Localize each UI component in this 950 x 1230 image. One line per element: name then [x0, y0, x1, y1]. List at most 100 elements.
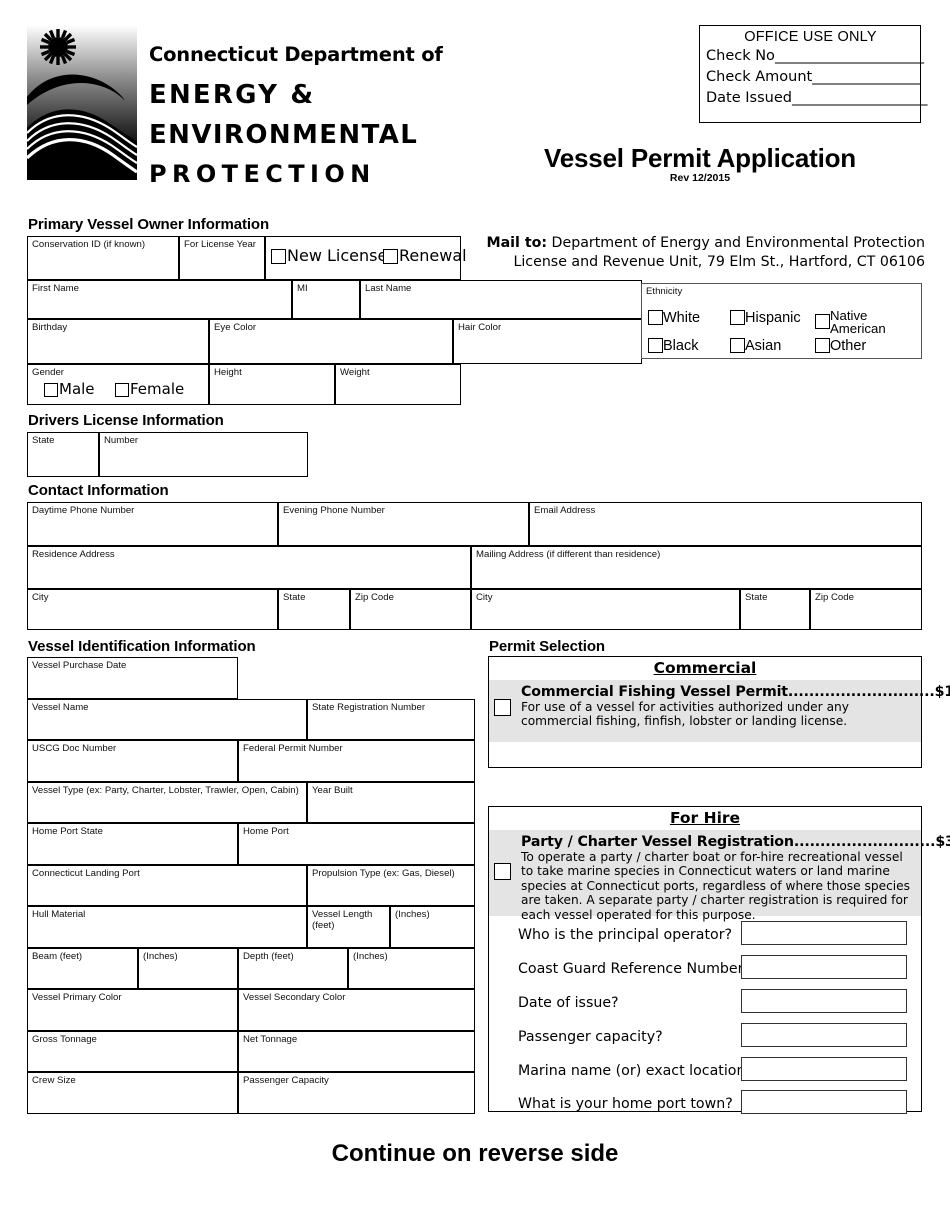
female-checkbox-icon[interactable] [115, 383, 129, 397]
other-checkbox-icon[interactable] [815, 338, 830, 353]
office-check-amount-rule[interactable]: ________________ [812, 69, 921, 85]
checkbox-ethnicity-white[interactable]: White [648, 310, 700, 326]
field-beam-feet[interactable]: Beam (feet) [27, 948, 138, 989]
field-license-year[interactable]: For License Year [179, 236, 265, 280]
field-residence-address[interactable]: Residence Address [27, 546, 471, 589]
label-daytime-phone: Daytime Phone Number [32, 505, 135, 516]
field-residence-city[interactable]: City [27, 589, 278, 630]
field-crew-size[interactable]: Crew Size [27, 1072, 238, 1114]
field-weight[interactable]: Weight [335, 364, 461, 405]
label-residence-zip: Zip Code [355, 592, 394, 603]
office-check-no-rule[interactable]: ______________________ [775, 48, 924, 64]
field-dl-number[interactable]: Number [99, 432, 308, 477]
field-last-name[interactable]: Last Name [360, 280, 642, 319]
question-field-3[interactable] [741, 1023, 907, 1047]
field-email-address[interactable]: Email Address [529, 502, 922, 546]
checkbox-ethnicity-asian[interactable]: Asian [730, 338, 781, 354]
field-mailing-city[interactable]: City [471, 589, 740, 630]
label-vessel-type: Vessel Type (ex: Party, Charter, Lobster… [32, 785, 299, 796]
question-field-1[interactable] [741, 955, 907, 979]
field-height[interactable]: Height [209, 364, 335, 405]
field-connecticut-landing-port[interactable]: Connecticut Landing Port [27, 865, 307, 906]
checkbox-ethnicity-native-american[interactable]: Native American [815, 309, 886, 335]
label-state-registration-number: State Registration Number [312, 702, 426, 713]
field-vessel-name[interactable]: Vessel Name [27, 699, 307, 740]
mail-to-line-2: License and Revenue Unit, 79 Elm St., Ha… [513, 254, 925, 271]
field-eye-color[interactable]: Eye Color [209, 319, 453, 364]
label-net-tonnage: Net Tonnage [243, 1034, 298, 1045]
label-depth-inches: (Inches) [353, 951, 388, 962]
checkbox-ethnicity-black[interactable]: Black [648, 338, 698, 354]
field-state-registration-number[interactable]: State Registration Number [307, 699, 475, 740]
checkbox-renewal[interactable]: Renewal [383, 246, 467, 265]
field-vessel-length-feet[interactable]: Vessel Length (feet) [307, 906, 390, 948]
native-american-checkbox-icon[interactable] [815, 314, 830, 330]
field-conservation-id[interactable]: Conservation ID (if known) [27, 236, 179, 280]
checkbox-new-license[interactable]: New License [271, 246, 387, 265]
field-hull-material[interactable]: Hull Material [27, 906, 307, 948]
field-hair-color[interactable]: Hair Color [453, 319, 642, 364]
label-female: Female [130, 380, 185, 398]
asian-checkbox-icon[interactable] [730, 338, 745, 353]
checkbox-male[interactable]: Male [44, 380, 95, 398]
field-uscg-doc-number[interactable]: USCG Doc Number [27, 740, 238, 782]
field-dl-state[interactable]: State [27, 432, 99, 477]
field-mailing-address[interactable]: Mailing Address (if different than resid… [471, 546, 922, 589]
field-year-built[interactable]: Year Built [307, 782, 475, 823]
checkbox-female[interactable]: Female [115, 380, 184, 398]
office-check-no-row: Check No______________________ [706, 46, 924, 67]
new-license-checkbox-icon[interactable] [271, 249, 286, 264]
field-mailing-zip[interactable]: Zip Code [810, 589, 922, 630]
field-mi[interactable]: MI [292, 280, 360, 319]
commercial-permit-checkbox-icon[interactable] [494, 699, 511, 716]
field-residence-state[interactable]: State [278, 589, 350, 630]
office-date-issued-row: Date Issued____________________ [706, 88, 927, 109]
label-beam-feet: Beam (feet) [32, 951, 83, 962]
field-gross-tonnage[interactable]: Gross Tonnage [27, 1031, 238, 1072]
field-vessel-type[interactable]: Vessel Type (ex: Party, Charter, Lobster… [27, 782, 307, 823]
field-vessel-purchase-date[interactable]: Vessel Purchase Date [27, 657, 238, 699]
field-depth-inches[interactable]: (Inches) [348, 948, 475, 989]
field-home-port-state[interactable]: Home Port State [27, 823, 238, 865]
label-home-port-state: Home Port State [32, 826, 103, 837]
white-checkbox-icon[interactable] [648, 310, 663, 325]
field-birthday[interactable]: Birthday [27, 319, 209, 364]
label-gender: Gender [32, 367, 64, 378]
question-field-4[interactable] [741, 1057, 907, 1081]
field-evening-phone[interactable]: Evening Phone Number [278, 502, 529, 546]
field-daytime-phone[interactable]: Daytime Phone Number [27, 502, 278, 546]
field-first-name[interactable]: First Name [27, 280, 292, 319]
field-vessel-length-inches[interactable]: (Inches) [390, 906, 475, 948]
field-depth-feet[interactable]: Depth (feet) [238, 948, 348, 989]
office-date-issued-rule[interactable]: ____________________ [792, 90, 928, 106]
field-home-port[interactable]: Home Port [238, 823, 475, 865]
label-uscg-doc-number: USCG Doc Number [32, 743, 117, 754]
office-date-issued-label: Date Issued [706, 90, 792, 107]
label-vessel-purchase-date: Vessel Purchase Date [32, 660, 127, 671]
field-beam-inches[interactable]: (Inches) [138, 948, 238, 989]
black-checkbox-icon[interactable] [648, 338, 663, 353]
for-hire-permit-checkbox-icon[interactable] [494, 863, 511, 880]
checkbox-ethnicity-other[interactable]: Other [815, 338, 866, 354]
checkbox-ethnicity-hispanic[interactable]: Hispanic [730, 310, 801, 326]
permit-title-for-hire: Party / Charter Vessel Registration.....… [521, 834, 950, 850]
deep-logo-text: Connecticut Department of ENERGY & ENVIR… [149, 25, 449, 188]
field-net-tonnage[interactable]: Net Tonnage [238, 1031, 475, 1072]
field-residence-zip[interactable]: Zip Code [350, 589, 471, 630]
label-crew-size: Crew Size [32, 1075, 76, 1086]
question-field-5[interactable] [741, 1090, 907, 1114]
field-federal-permit-number[interactable]: Federal Permit Number [238, 740, 475, 782]
renewal-checkbox-icon[interactable] [383, 249, 398, 264]
label-mailing-city: City [476, 592, 493, 603]
male-checkbox-icon[interactable] [44, 383, 58, 397]
field-vessel-secondary-color[interactable]: Vessel Secondary Color [238, 989, 475, 1031]
question-label-3: Passenger capacity? [518, 1029, 663, 1045]
label-hair-color: Hair Color [458, 322, 502, 333]
question-field-0[interactable] [741, 921, 907, 945]
question-field-2[interactable] [741, 989, 907, 1013]
hispanic-checkbox-icon[interactable] [730, 310, 745, 325]
field-propulsion-type[interactable]: Propulsion Type (ex: Gas, Diesel) [307, 865, 475, 906]
field-vessel-primary-color[interactable]: Vessel Primary Color [27, 989, 238, 1031]
field-passenger-capacity[interactable]: Passenger Capacity [238, 1072, 475, 1114]
field-mailing-state[interactable]: State [740, 589, 810, 630]
